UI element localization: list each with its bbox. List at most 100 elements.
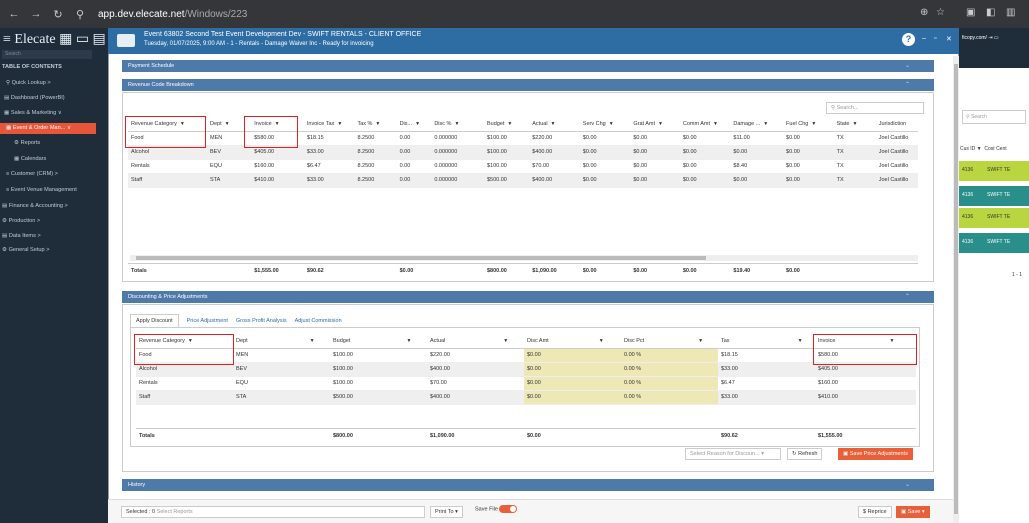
col-tax[interactable]: Tax ▼ [718, 334, 815, 349]
col-dis[interactable]: Dis... ▼ [396, 117, 432, 132]
sidebar-search-input[interactable]: Search [2, 50, 92, 59]
tab-adjust-commission[interactable]: Adjust Commission [295, 318, 342, 324]
logout-icon[interactable]: ⇥ ▭ [988, 35, 998, 41]
chevron-up-icon[interactable]: ⌃ [905, 81, 910, 88]
background-row[interactable]: 4136 SWIFT TE [958, 208, 1029, 228]
disc-amt-input[interactable]: $0.00 [524, 376, 621, 391]
col-budget[interactable]: Budget ▼ [483, 117, 530, 132]
reprice-button[interactable]: $ Reprice [858, 506, 892, 518]
back-icon[interactable]: ← [6, 8, 22, 20]
select-reports-input[interactable]: Selected : 0 Select Reports [121, 506, 425, 518]
col-tax-pct[interactable]: Tax % ▼ [354, 117, 397, 132]
sidebar-item-venue[interactable]: ≡ Event Venue Management [6, 187, 77, 193]
help-icon[interactable]: ? [902, 33, 915, 46]
col-fuel-chg[interactable]: Fuel Chg ▼ [783, 117, 834, 132]
payment-schedule-bar[interactable]: Payment Schedule ⌄ [122, 60, 934, 72]
discount-reason-select[interactable]: Select Reason for Discoun... ▾ [685, 448, 781, 460]
site-info-icon[interactable]: ⚲ [72, 8, 88, 21]
scrollbar-thumb[interactable] [136, 256, 706, 260]
filter-icon[interactable]: ▼ [225, 121, 230, 127]
disc-pct-input[interactable]: 0.00 % [621, 348, 718, 363]
filter-icon[interactable]: ▼ [503, 338, 508, 344]
table-row[interactable]: Food MEN $100.00 $220.00 $0.00 0.00 % $18.15 $5… [136, 348, 916, 363]
chevron-up-icon[interactable]: ⌃ [905, 293, 910, 300]
maximize-icon[interactable]: ▫ [934, 35, 936, 42]
chevron-down-icon[interactable]: ⌄ [905, 481, 910, 488]
revenue-search-input[interactable]: ⚲ Search... [826, 102, 924, 114]
filter-icon[interactable]: ▼ [551, 121, 556, 127]
minimize-icon[interactable]: – [922, 35, 926, 42]
filter-icon[interactable]: ▼ [713, 121, 718, 127]
revenue-hscrollbar[interactable] [130, 255, 918, 261]
filter-icon[interactable]: ▼ [310, 338, 315, 344]
sidebar-item-production[interactable]: ⚙ Production > [2, 218, 40, 224]
filter-icon[interactable]: ▼ [798, 338, 803, 344]
disc-amt-input[interactable]: $0.00 [524, 362, 621, 377]
col-grat-amt[interactable]: Grat Amt ▼ [630, 117, 680, 132]
filter-icon[interactable]: ▼ [609, 121, 614, 127]
col-damage[interactable]: Damage ... ▼ [730, 117, 784, 132]
sidebar-item-finance[interactable]: ▤ Finance & Accounting > [2, 203, 68, 209]
disc-amt-input[interactable]: $0.00 [524, 390, 621, 405]
tab-apply-discount[interactable]: Apply Discount [130, 314, 179, 327]
filter-icon[interactable]: ▼ [852, 121, 857, 127]
col-comm-amt[interactable]: Comm Amt ▼ [679, 117, 731, 132]
table-row[interactable]: Staff STA $500.00 $400.00 $0.00 0.00 % $33.00 $… [136, 390, 916, 405]
sidebar-item-dashboard[interactable]: ▤ Dashboard (PowerBI) [4, 95, 65, 101]
background-search-input[interactable]: ⚲ Search [962, 110, 1026, 124]
extension-icon[interactable]: ▣ [966, 7, 975, 18]
address-bar[interactable]: app.dev.elecate.net/Windows/223 [98, 9, 247, 20]
table-row[interactable]: Alcohol BEV $100.00 $400.00 $0.00 0.00 % $33.0… [136, 362, 916, 377]
filter-icon[interactable]: ▼ [811, 121, 816, 127]
filter-icon[interactable]: ▼ [375, 121, 380, 127]
revenue-breakdown-bar[interactable]: Revenue Code Breakdown ⌃ [122, 79, 934, 91]
extensions-puzzle-icon[interactable]: ◧ [986, 7, 995, 18]
filter-icon[interactable]: ▼ [454, 121, 459, 127]
background-row[interactable]: 4136 SWIFT TE [958, 186, 1029, 206]
sidebar-item-sales[interactable]: ▦ Sales & Marketing ∨ [4, 110, 62, 116]
col-actual[interactable]: Actual ▼ [529, 117, 580, 132]
col-disc-amt[interactable]: Disc Amt ▼ [524, 334, 621, 349]
discounting-bar[interactable]: Discounting & Price Adjustments ⌃ [122, 291, 934, 303]
caret-down-icon[interactable]: ▾ [922, 509, 925, 515]
sidebar-item-customer[interactable]: ≡ Customer (CRM) > [6, 171, 58, 177]
bookmark-star-icon[interactable]: ☆ [936, 7, 945, 18]
col-actual[interactable]: Actual ▼ [427, 334, 524, 349]
col-disc-pct[interactable]: Disc % ▼ [431, 117, 484, 132]
filter-icon[interactable]: ▼ [415, 121, 420, 127]
chevron-down-icon[interactable]: ⌄ [905, 62, 910, 69]
filter-icon[interactable]: ▼ [337, 121, 342, 127]
filter-icon[interactable]: ▼ [977, 146, 982, 152]
col-disc-pct[interactable]: Disc Pct ▼ [621, 334, 718, 349]
tab-price-adjustment[interactable]: Price Adjustment [187, 318, 228, 324]
filter-icon[interactable]: ▼ [507, 121, 512, 127]
filter-icon[interactable]: ▼ [658, 121, 663, 127]
close-icon[interactable]: ✕ [946, 35, 952, 43]
table-row[interactable]: Rentals EQU $100.00 $70.00 $0.00 0.00 % $6.47 $… [136, 376, 916, 391]
scrollbar-thumb[interactable] [954, 64, 958, 514]
sidebar-item-quick-lookup[interactable]: ⚲ Quick Lookup > [6, 80, 51, 86]
history-bar[interactable]: History ⌄ [122, 479, 934, 491]
col-invoice-tax[interactable]: Invoice Tax ▼ [303, 117, 355, 132]
disc-amt-input[interactable]: $0.00 [524, 348, 621, 363]
save-button[interactable]: ▣ Save ▾ [896, 506, 930, 518]
sidebar-item-data-items[interactable]: ▤ Data Items > [2, 233, 41, 239]
modal-scrollbar[interactable] [953, 56, 959, 523]
col-state[interactable]: State ▼ [833, 117, 876, 132]
print-to-select[interactable]: Print To ▾ [430, 506, 463, 518]
forward-icon[interactable]: → [28, 8, 44, 20]
tab-gross-profit[interactable]: Gross Profit Analysis [236, 318, 287, 324]
filter-icon[interactable]: ▼ [763, 121, 768, 127]
filter-icon[interactable]: ▼ [698, 338, 703, 344]
disc-pct-input[interactable]: 0.00 % [621, 376, 718, 391]
save-price-adjustments-button[interactable]: ▣ Save Price Adjustments [838, 448, 913, 460]
background-row[interactable]: 4136 SWIFT TE [958, 161, 1029, 181]
col-budget[interactable]: Budget ▼ [330, 334, 427, 349]
filter-icon[interactable]: ▼ [406, 338, 411, 344]
col-dept[interactable]: Dept ▼ [233, 334, 330, 349]
reload-icon[interactable]: ↻ [50, 8, 66, 21]
disc-pct-input[interactable]: 0.00 % [621, 362, 718, 377]
save-file-toggle[interactable] [499, 505, 518, 513]
col-serv-chg[interactable]: Serv Chg ▼ [579, 117, 631, 132]
disc-pct-input[interactable]: 0.00 % [621, 390, 718, 405]
